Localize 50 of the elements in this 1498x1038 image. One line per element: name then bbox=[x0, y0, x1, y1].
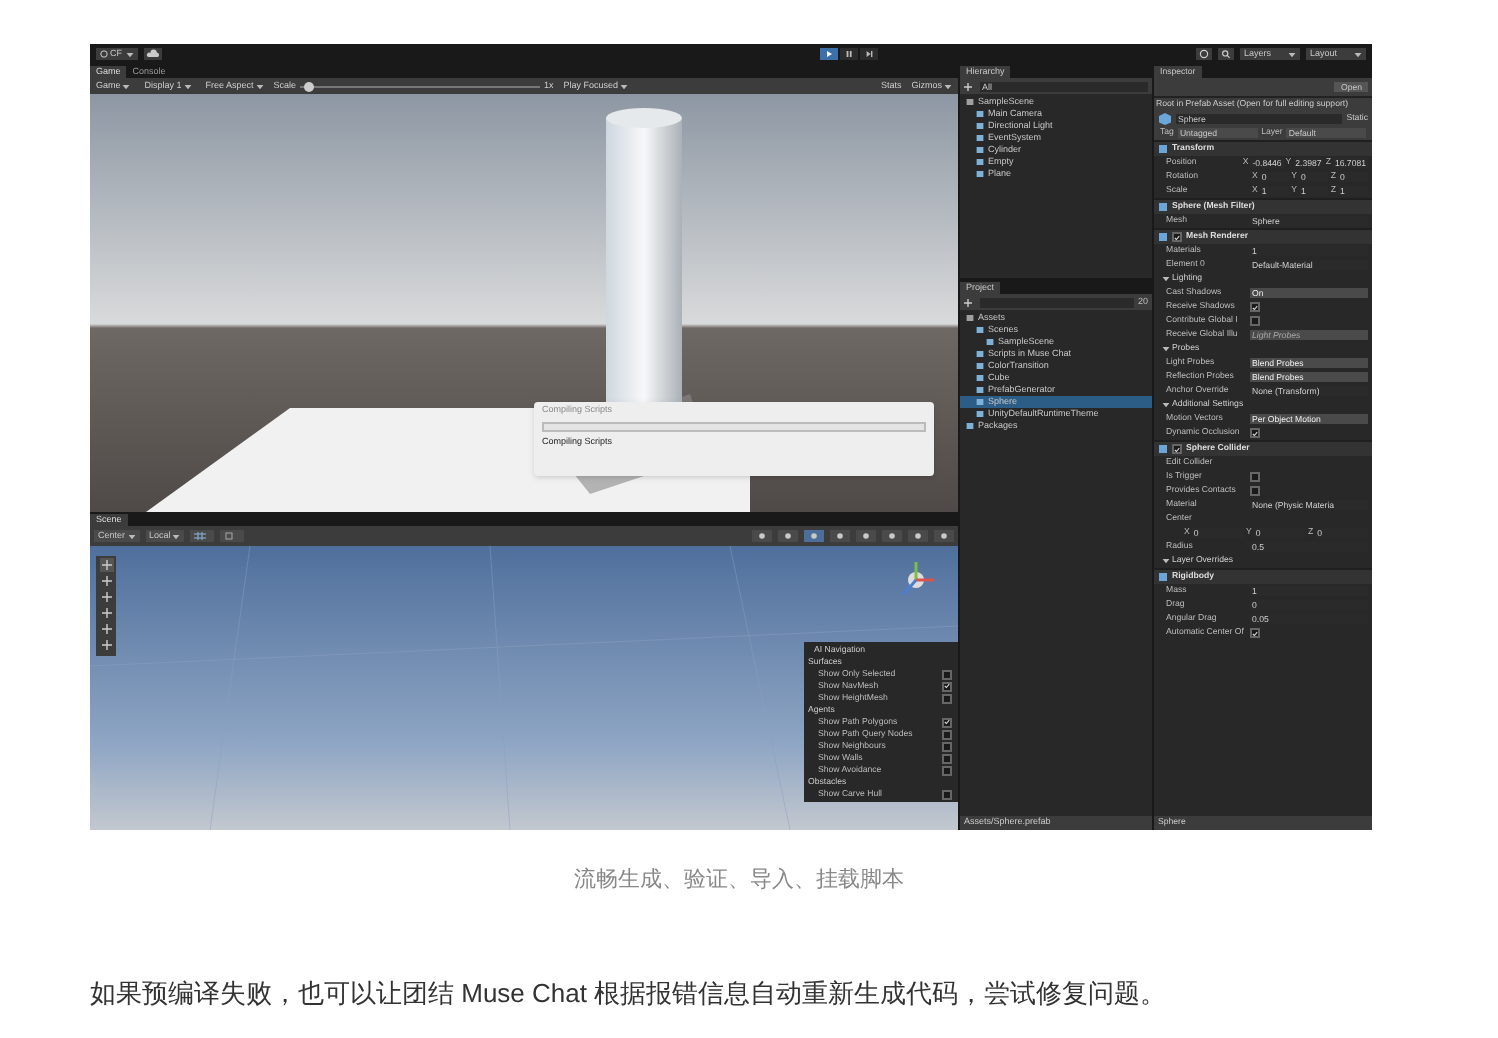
search-icon[interactable] bbox=[1218, 48, 1234, 60]
checkbox[interactable] bbox=[942, 681, 952, 691]
add-icon[interactable] bbox=[964, 81, 976, 91]
checkbox[interactable] bbox=[942, 765, 952, 775]
caret-icon bbox=[172, 533, 181, 539]
caret-icon bbox=[126, 51, 134, 57]
account-icon bbox=[100, 50, 108, 58]
checkbox[interactable] bbox=[1250, 628, 1260, 638]
pause-icon[interactable] bbox=[840, 48, 858, 60]
checkbox[interactable] bbox=[1250, 428, 1260, 438]
snap-icon[interactable] bbox=[220, 530, 245, 542]
component-icon bbox=[1158, 202, 1168, 212]
checkbox[interactable] bbox=[942, 717, 952, 727]
caret-icon bbox=[1162, 346, 1170, 352]
checkbox[interactable] bbox=[942, 669, 952, 679]
caret-icon bbox=[1162, 402, 1170, 408]
checkbox[interactable] bbox=[1172, 232, 1182, 242]
checkbox[interactable] bbox=[1250, 302, 1260, 312]
caret-icon bbox=[122, 83, 131, 89]
cloud-icon[interactable] bbox=[144, 48, 162, 60]
caret-icon bbox=[944, 83, 952, 89]
caret-icon bbox=[1162, 558, 1170, 564]
caret-icon bbox=[1288, 51, 1296, 57]
caret-icon bbox=[127, 533, 136, 539]
component-icon bbox=[1158, 572, 1168, 582]
checkbox[interactable] bbox=[1172, 444, 1182, 454]
checkbox[interactable] bbox=[942, 693, 952, 703]
checkbox[interactable] bbox=[942, 729, 952, 739]
search-field[interactable] bbox=[980, 297, 1134, 307]
body-paragraph: 如果预编译失败，也可以让团结 Muse Chat 根据报错信息自动重新生成代码，尝试修复问题。 bbox=[90, 978, 1167, 1008]
component-icon bbox=[1158, 232, 1168, 242]
checkbox[interactable] bbox=[1250, 316, 1260, 326]
caret-icon bbox=[620, 83, 629, 89]
checkbox[interactable] bbox=[942, 741, 952, 751]
slider-thumb[interactable] bbox=[303, 81, 314, 91]
grid-icon[interactable] bbox=[190, 530, 215, 542]
component-icon bbox=[1158, 144, 1168, 154]
caret-icon bbox=[183, 83, 192, 89]
caret-icon bbox=[255, 83, 264, 89]
checkbox[interactable] bbox=[942, 753, 952, 763]
checkbox[interactable] bbox=[1250, 472, 1260, 482]
caret-icon bbox=[1162, 276, 1170, 282]
component-icon bbox=[1158, 444, 1168, 454]
caret-icon bbox=[1354, 51, 1362, 57]
checkbox[interactable] bbox=[1250, 486, 1260, 496]
add-icon[interactable] bbox=[964, 297, 976, 307]
step-icon[interactable] bbox=[860, 48, 878, 60]
play-icon[interactable] bbox=[820, 48, 838, 60]
checkbox[interactable] bbox=[942, 789, 952, 799]
image-caption: 流畅生成、验证、导入、挂载脚本 bbox=[574, 868, 904, 892]
